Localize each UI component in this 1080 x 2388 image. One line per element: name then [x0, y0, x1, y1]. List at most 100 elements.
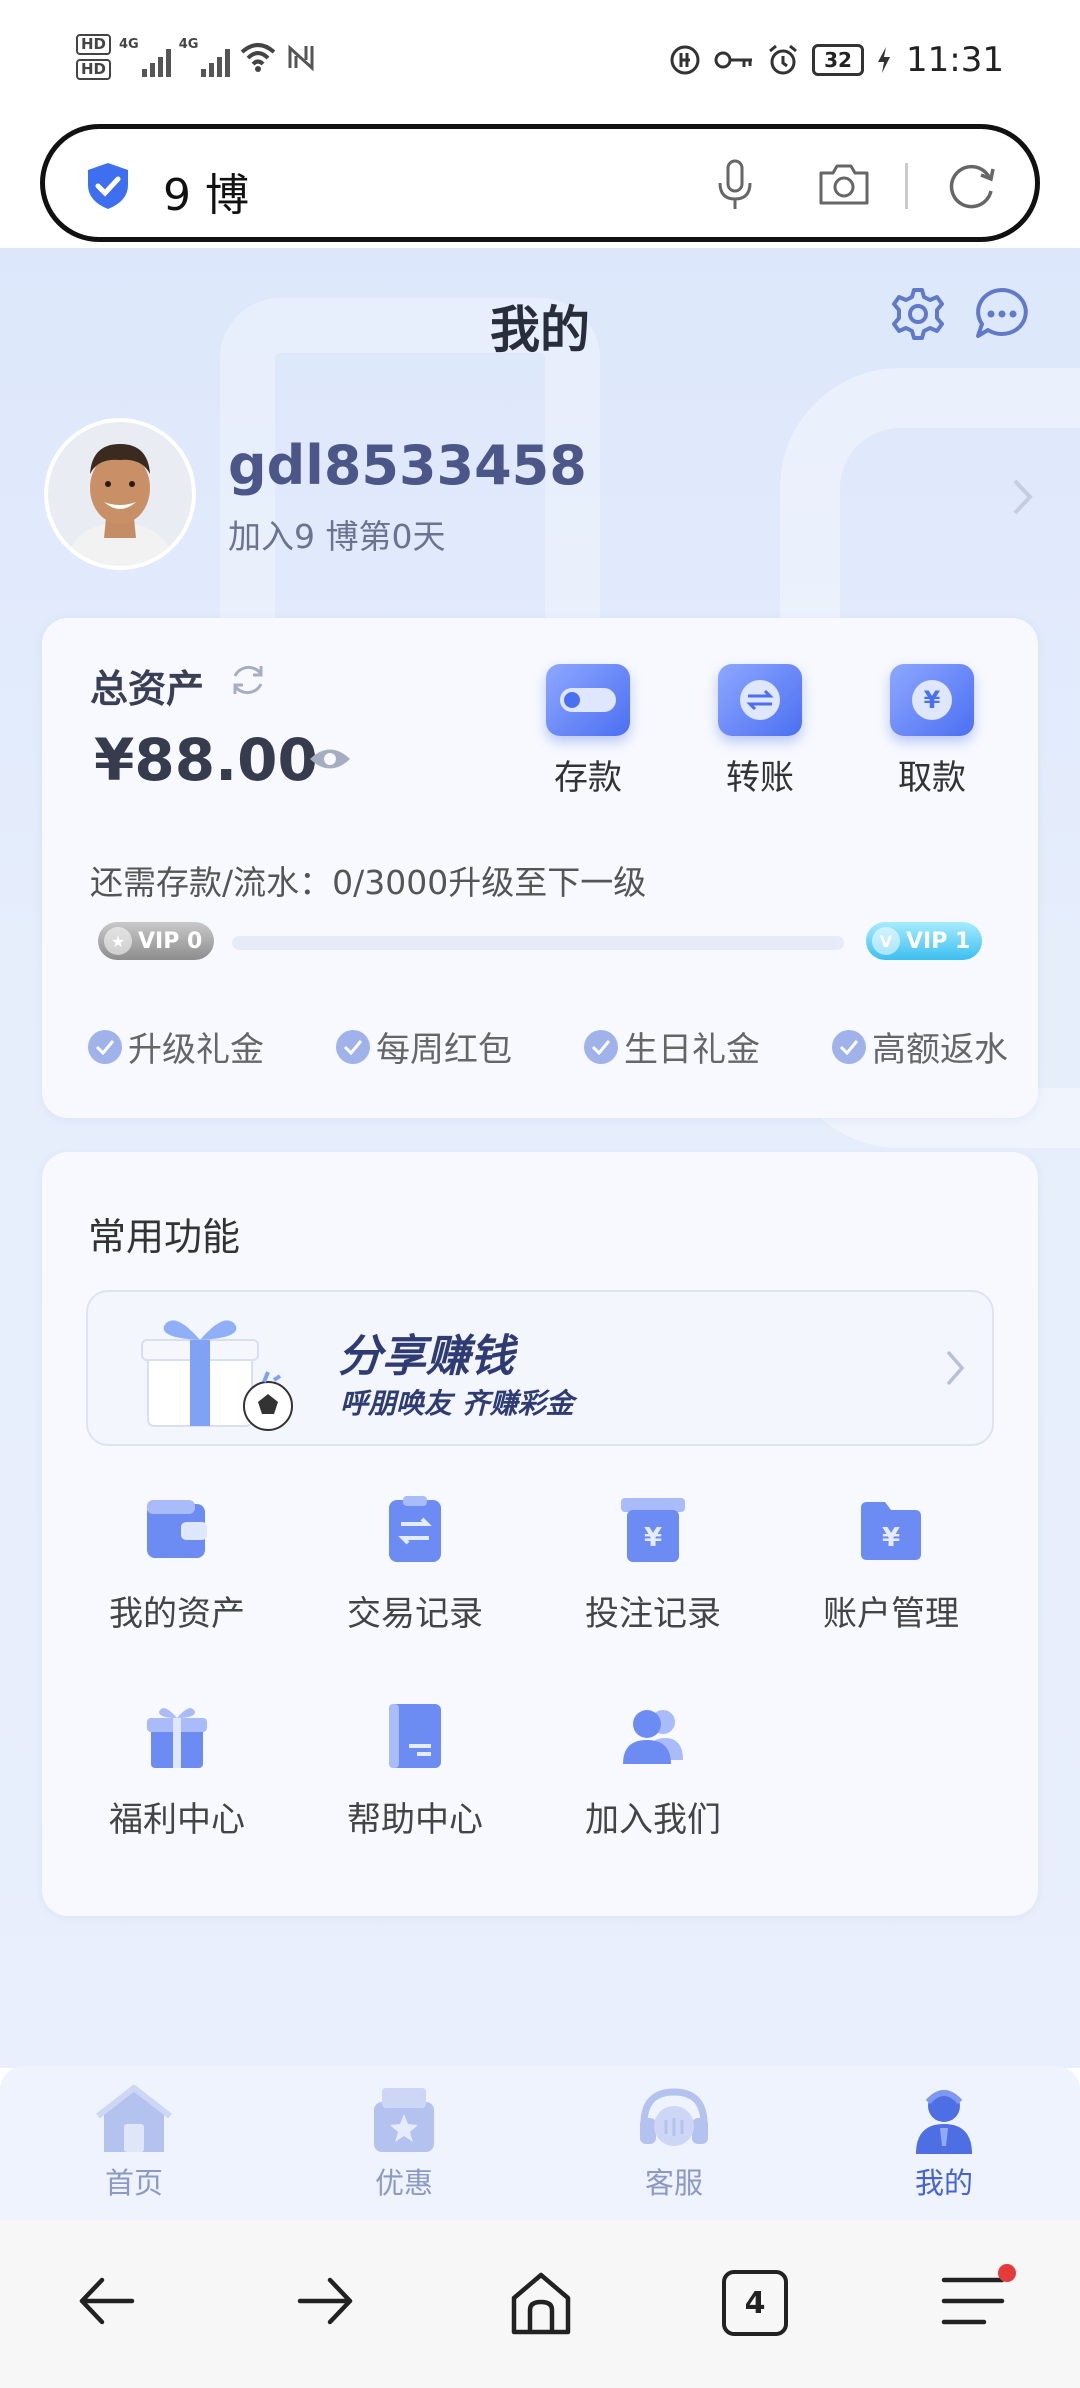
withdraw-yen-icon: ¥ [890, 664, 974, 736]
camera-icon[interactable] [817, 163, 871, 207]
deposit-label: 存款 [554, 758, 622, 798]
my-assets-item[interactable]: 我的资产 [62, 1494, 292, 1635]
avatar[interactable] [44, 418, 196, 570]
network-type-1: 4G [119, 37, 139, 52]
banner-title: 分享赚钱 [338, 1331, 514, 1382]
network-type-2: 4G [178, 37, 199, 52]
vip-v-icon: V [872, 927, 900, 955]
welfare-center-item[interactable]: 福利中心 [62, 1700, 292, 1841]
wifi-icon [241, 43, 276, 72]
help-center-item[interactable]: 帮助中心 [300, 1700, 530, 1841]
deposit-card-icon [546, 664, 630, 736]
battery-icon: 32 [812, 44, 865, 76]
reload-icon[interactable] [945, 159, 999, 213]
perk-label: 升级礼金 [128, 1030, 264, 1070]
tab-mine[interactable]: 我的 [854, 2084, 1034, 2202]
browser-navigation-bar: 4 [0, 2220, 1080, 2388]
data-saver-icon [670, 45, 700, 75]
status-right: 32 11:31 [668, 40, 1004, 80]
hd-indicators: HD HD [76, 34, 112, 80]
join-us-item[interactable]: 加入我们 [538, 1700, 768, 1841]
deposit-button[interactable]: 存款 [518, 664, 658, 799]
url-bar-divider [905, 163, 908, 209]
gift-icon [141, 1700, 213, 1772]
transfer-button[interactable]: 转账 [690, 664, 830, 799]
promo-icon [374, 2088, 434, 2152]
charging-icon [878, 47, 891, 73]
tab-label: 首页 [104, 2166, 163, 2200]
svg-text:¥: ¥ [644, 1523, 662, 1553]
perk-item: 升级礼金 [88, 1022, 264, 1071]
join-us-label: 加入我们 [585, 1800, 721, 1840]
account-folder-icon: ¥ [855, 1494, 927, 1566]
username: gdl8533458 [228, 434, 587, 497]
url-text[interactable]: 9 博 [163, 159, 249, 223]
my-assets-label: 我的资产 [109, 1594, 245, 1634]
common-functions-card: 常用功能 分享赚钱 呼朋唤友 齐赚彩金 我的资产 交易记录 ¥ 投注记录 ¥ 账… [42, 1152, 1038, 1916]
account-management-item[interactable]: ¥ 账户管理 [776, 1494, 1006, 1635]
security-shield-icon[interactable] [85, 161, 131, 211]
check-icon [336, 1029, 370, 1064]
tab-label: 我的 [914, 2166, 973, 2200]
total-assets-label: 总资产 [90, 667, 205, 711]
alarm-icon [769, 44, 797, 75]
join-us-icon [617, 1700, 689, 1772]
vip-perks: 升级礼金 每周红包 生日礼金 高额返水 [88, 1022, 1008, 1071]
status-bar: HD HD 4G 4G 32 11:31 [0, 0, 1080, 124]
settings-gear-icon[interactable] [888, 284, 948, 344]
bottom-tab-bar: 首页 优惠 客服 我的 [0, 2066, 1080, 2220]
message-chat-icon[interactable] [972, 284, 1032, 344]
microphone-icon[interactable] [717, 159, 753, 211]
profile-icon [916, 2090, 972, 2154]
menu-icon[interactable] [940, 2270, 1006, 2332]
transaction-record-icon [379, 1494, 451, 1566]
vip-progress-bar [232, 936, 844, 950]
welfare-center-label: 福利中心 [109, 1800, 245, 1840]
tab-customer-service[interactable]: 客服 [584, 2084, 764, 2202]
chevron-right-icon[interactable] [1010, 476, 1036, 518]
gift-box-icon [141, 1320, 293, 1431]
check-icon [832, 1029, 866, 1064]
withdraw-button[interactable]: ¥ 取款 [862, 664, 1002, 799]
tab-promotions[interactable]: 优惠 [314, 2084, 494, 2202]
transfer-icon [718, 664, 802, 736]
join-days: 加入9 博第0天 [228, 517, 446, 556]
browser-url-bar[interactable]: 9 博 [40, 124, 1040, 242]
refresh-icon[interactable] [228, 660, 268, 700]
tab-label: 优惠 [374, 2166, 433, 2200]
bet-record-icon: ¥ [617, 1494, 689, 1566]
hd-badge-2: HD [76, 59, 112, 80]
tab-label: 客服 [644, 2166, 703, 2200]
hd-badge-1: HD [76, 34, 112, 55]
help-book-icon [379, 1700, 451, 1772]
forward-arrow-icon[interactable] [294, 2270, 356, 2332]
transaction-record-label: 交易记录 [347, 1594, 483, 1634]
eye-icon[interactable] [308, 744, 352, 774]
bet-record-item[interactable]: ¥ 投注记录 [538, 1494, 768, 1635]
vip-next-label: VIP 1 [906, 928, 971, 954]
transaction-record-item[interactable]: 交易记录 [300, 1494, 530, 1635]
section-title: 常用功能 [88, 1215, 241, 1259]
home-nav-icon[interactable] [508, 2270, 574, 2336]
perk-item: 生日礼金 [584, 1022, 760, 1071]
share-earn-banner[interactable]: 分享赚钱 呼朋唤友 齐赚彩金 [86, 1290, 994, 1446]
star-icon: ★ [104, 927, 132, 955]
perk-item: 高额返水 [832, 1022, 1008, 1071]
notification-dot [998, 2264, 1016, 2282]
account-management-label: 账户管理 [823, 1594, 959, 1634]
wallet-icon [141, 1494, 213, 1566]
status-left: HD HD 4G 4G [76, 34, 316, 80]
vip-next-badge: V VIP 1 [866, 922, 982, 960]
perk-label: 高额返水 [872, 1030, 1008, 1070]
vip-current-badge: ★ VIP 0 [98, 922, 214, 960]
upgrade-progress-text: 还需存款/流水：0/3000升级至下一级 [90, 863, 647, 902]
perk-item: 每周红包 [336, 1022, 512, 1071]
tab-home[interactable]: 首页 [44, 2084, 224, 2202]
back-arrow-icon[interactable] [76, 2270, 138, 2332]
avatar-image [48, 422, 192, 566]
svg-text:¥: ¥ [882, 1523, 900, 1553]
clock: 11:31 [906, 40, 1004, 80]
help-center-label: 帮助中心 [347, 1800, 483, 1840]
key-icon [714, 51, 753, 69]
tabs-count-button[interactable]: 4 [722, 2270, 788, 2336]
